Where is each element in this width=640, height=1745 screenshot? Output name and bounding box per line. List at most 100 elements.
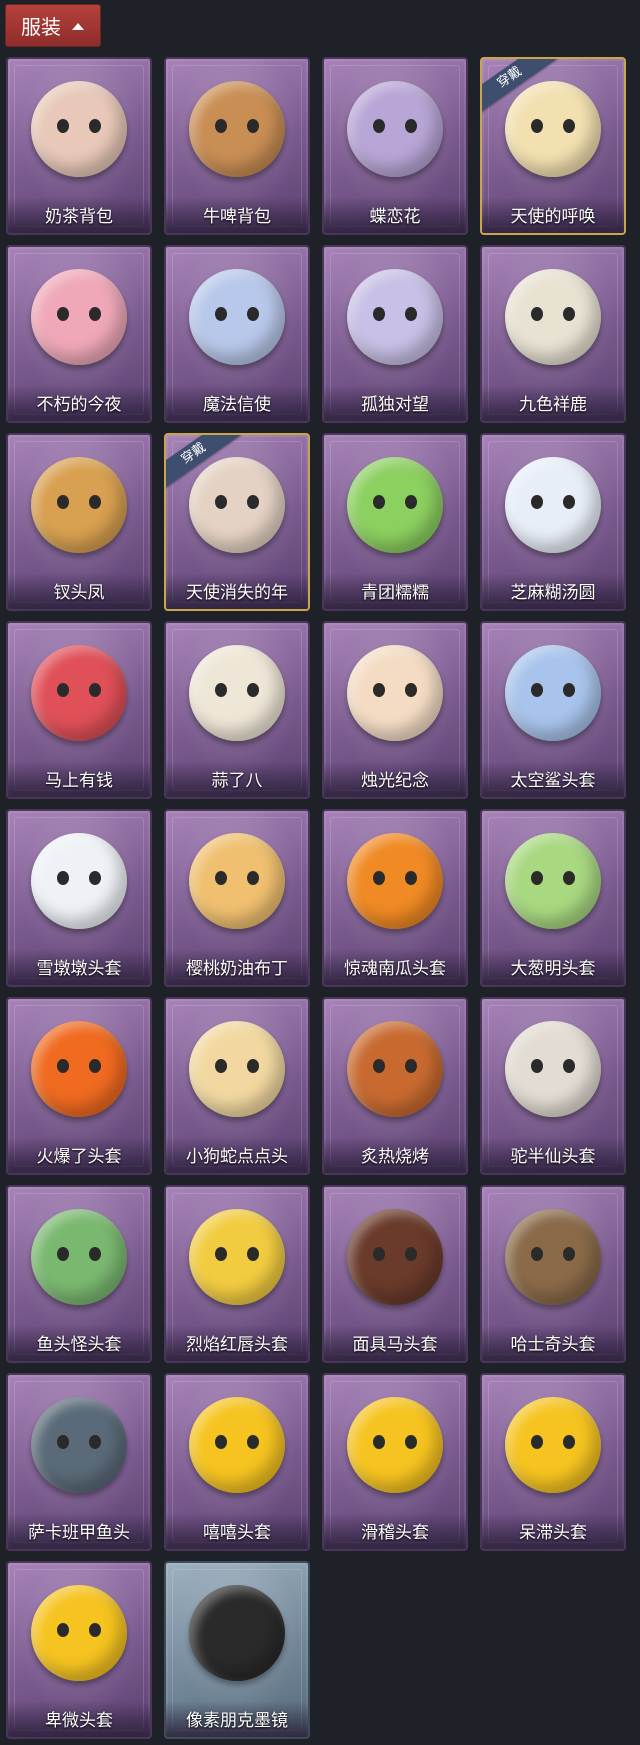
costume-name: 钗头凤 [8,573,150,609]
costume-name: 不朽的今夜 [8,385,150,421]
face-icon [53,307,105,327]
costume-card[interactable]: 马上有钱 [6,621,152,799]
costume-card[interactable]: 青团糯糯 [322,433,468,611]
face-icon [527,1247,579,1267]
costume-card[interactable]: 奶茶背包 [6,57,152,235]
costume-image [505,833,601,929]
costume-card[interactable]: 炙热烧烤 [322,997,468,1175]
costume-image [189,269,285,365]
costume-image [505,457,601,553]
costume-card[interactable]: 小狗蛇点点头 [164,997,310,1175]
face-icon [53,871,105,891]
costume-name: 烛光纪念 [324,761,466,797]
costume-image [189,1585,285,1681]
face-icon [527,683,579,703]
face-icon [369,495,421,515]
chevron-up-icon [72,22,84,30]
face-icon [527,119,579,139]
costume-card[interactable]: 蝶恋花 [322,57,468,235]
costume-section-toggle[interactable]: 服装 [5,4,101,47]
costume-card[interactable]: 滑稽头套 [322,1373,468,1551]
costume-card[interactable]: 穿戴 天使的呼唤 [480,57,626,235]
costume-image [31,269,127,365]
costume-image [347,457,443,553]
costume-image [189,645,285,741]
costume-image [31,645,127,741]
costume-name: 哈士奇头套 [482,1325,624,1361]
face-icon [369,307,421,327]
costume-image [31,1209,127,1305]
costume-card[interactable]: 嘻嘻头套 [164,1373,310,1551]
costume-card[interactable]: 卑微头套 [6,1561,152,1739]
costume-name: 面具马头套 [324,1325,466,1361]
costume-name: 滑稽头套 [324,1513,466,1549]
costume-name: 嘻嘻头套 [166,1513,308,1549]
costume-card[interactable]: 穿戴 天使消失的年 [164,433,310,611]
costume-card[interactable]: 雪墩墩头套 [6,809,152,987]
face-icon [53,1623,105,1643]
costume-card[interactable]: 九色祥鹿 [480,245,626,423]
face-icon [53,683,105,703]
costume-card[interactable]: 牛啤背包 [164,57,310,235]
costume-card[interactable]: 孤独对望 [322,245,468,423]
costume-name: 惊魂南瓜头套 [324,949,466,985]
costume-image [31,833,127,929]
costume-card[interactable]: 不朽的今夜 [6,245,152,423]
face-icon [53,495,105,515]
costume-card[interactable]: 钗头凤 [6,433,152,611]
costume-image [189,457,285,553]
section-title: 服装 [21,15,61,39]
costume-card[interactable]: 面具马头套 [322,1185,468,1363]
costume-card[interactable]: 萨卡班甲鱼头 [6,1373,152,1551]
costume-card[interactable]: 烛光纪念 [322,621,468,799]
costume-image [347,1397,443,1493]
face-icon [53,1059,105,1079]
costume-card[interactable]: 烈焰红唇头套 [164,1185,310,1363]
costume-image [505,1397,601,1493]
costume-name: 小狗蛇点点头 [166,1137,308,1173]
face-icon [369,119,421,139]
face-icon [369,871,421,891]
costume-image [505,81,601,177]
costume-name: 奶茶背包 [8,197,150,233]
costume-card[interactable]: 樱桃奶油布丁 [164,809,310,987]
costume-card[interactable]: 呆滞头套 [480,1373,626,1551]
costume-name: 卑微头套 [8,1701,150,1737]
costume-name: 大葱明头套 [482,949,624,985]
costume-image [347,1021,443,1117]
costume-card[interactable]: 火爆了头套 [6,997,152,1175]
costume-image [189,1209,285,1305]
costume-name: 太空鲨头套 [482,761,624,797]
face-icon [211,683,263,703]
costume-card[interactable]: 惊魂南瓜头套 [322,809,468,987]
costume-card[interactable]: 鱼头怪头套 [6,1185,152,1363]
costume-name: 烈焰红唇头套 [166,1325,308,1361]
costume-card[interactable]: 驼半仙头套 [480,997,626,1175]
costume-name: 芝麻糊汤圆 [482,573,624,609]
costume-card[interactable]: 魔法信使 [164,245,310,423]
face-icon [369,1247,421,1267]
costume-name: 九色祥鹿 [482,385,624,421]
costume-card[interactable]: 哈士奇头套 [480,1185,626,1363]
costume-image [31,81,127,177]
costume-name: 蒜了八 [166,761,308,797]
costume-name: 青团糯糯 [324,573,466,609]
face-icon [369,683,421,703]
costume-name: 天使消失的年 [166,573,308,609]
face-icon [53,1247,105,1267]
costume-card[interactable]: 芝麻糊汤圆 [480,433,626,611]
costume-card[interactable]: 蒜了八 [164,621,310,799]
face-icon [527,871,579,891]
costume-card[interactable]: 太空鲨头套 [480,621,626,799]
face-icon [211,119,263,139]
costume-name: 樱桃奶油布丁 [166,949,308,985]
costume-card[interactable]: 大葱明头套 [480,809,626,987]
costume-name: 像素朋克墨镜 [166,1701,308,1737]
costume-image [31,1397,127,1493]
face-icon [53,1435,105,1455]
costume-card[interactable]: 像素朋克墨镜 [164,1561,310,1739]
costume-image [347,269,443,365]
costume-name: 天使的呼唤 [482,197,624,233]
costume-image [31,1585,127,1681]
costume-image [347,645,443,741]
